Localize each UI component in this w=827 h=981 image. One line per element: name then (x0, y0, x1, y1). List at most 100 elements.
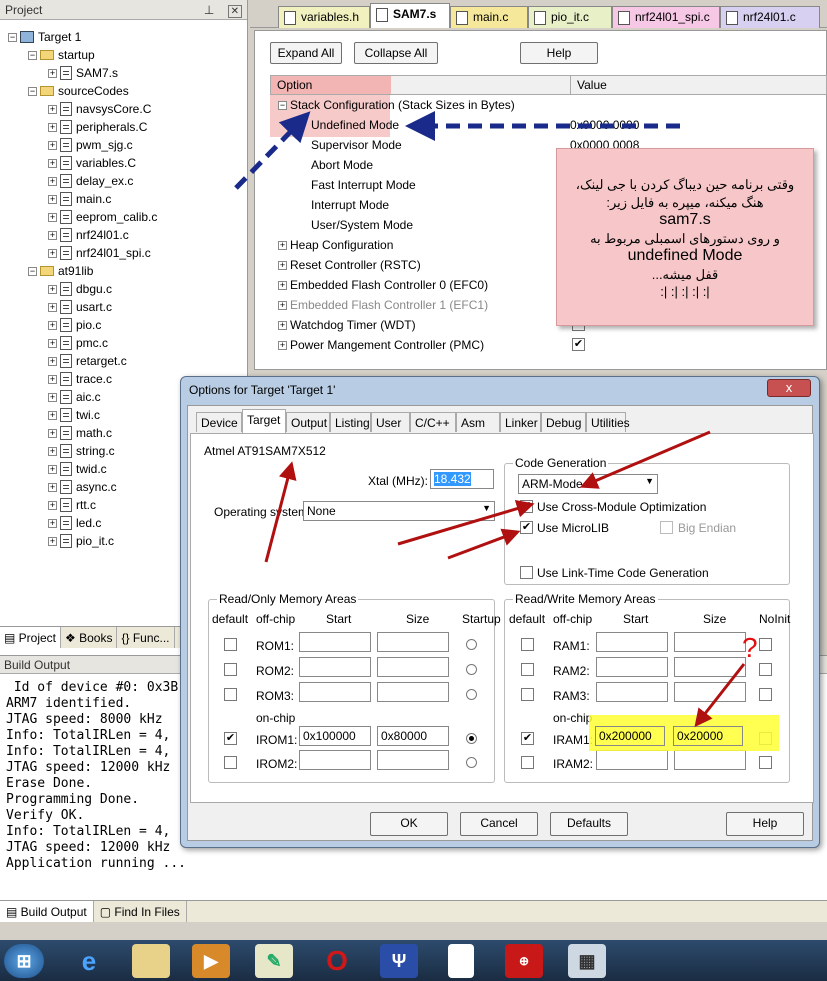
tree-file[interactable]: + trace.c (48, 370, 112, 388)
tree-file[interactable]: + retarget.c (48, 352, 127, 370)
folder-icon[interactable] (132, 944, 170, 978)
document-icon[interactable] (448, 944, 474, 978)
option-checkbox[interactable]: ✔ (572, 338, 585, 351)
option-row[interactable]: + Power Mangement Controller (PMC) (278, 335, 484, 355)
tree-file[interactable]: + led.c (48, 514, 101, 532)
expand-toggle-icon[interactable]: + (48, 122, 57, 132)
start-button[interactable]: ⊞ (4, 944, 44, 978)
startup-radio[interactable] (466, 733, 477, 744)
option-value[interactable]: 0x0000 0000 (570, 118, 639, 132)
tree-file[interactable]: + navsysCore.C (48, 100, 151, 118)
iram1-start-input[interactable]: 0x200000 (595, 726, 665, 746)
tree-file[interactable]: + pio.c (48, 316, 101, 334)
startup-radio[interactable] (466, 639, 477, 650)
memory-default-checkbox[interactable] (224, 756, 237, 769)
dialog-tab[interactable]: Target (242, 409, 286, 433)
memory-start-input[interactable] (299, 632, 371, 652)
tree-file[interactable]: + nrf24l01.c (48, 226, 129, 244)
option-row[interactable]: − Stack Configuration (Stack Sizes in Byt… (278, 95, 515, 115)
memory-start-input[interactable] (596, 657, 668, 677)
tree-root-target[interactable]: − Target 1 (8, 28, 81, 46)
cross-module-checkbox[interactable]: ✔ (520, 500, 533, 513)
tree-file[interactable]: + delay_ex.c (48, 172, 133, 190)
expand-toggle-icon[interactable]: + (48, 194, 57, 204)
expand-toggle-icon[interactable]: + (48, 284, 57, 294)
memory-size-input[interactable] (377, 750, 449, 770)
file-tab[interactable]: main.c (450, 6, 528, 28)
ok-button[interactable]: OK (370, 812, 448, 836)
memory-size-input[interactable] (674, 632, 746, 652)
media-player-icon[interactable]: ▶ (192, 944, 230, 978)
memory-size-input[interactable] (674, 750, 746, 770)
expand-toggle-icon[interactable]: − (28, 266, 37, 276)
code-mode-select[interactable]: ARM-Mode ▼ (518, 474, 658, 494)
tree-file[interactable]: + async.c (48, 478, 117, 496)
memory-size-input[interactable] (674, 682, 746, 702)
calculator-icon[interactable]: ▦ (568, 944, 606, 978)
expand-toggle-icon[interactable]: + (48, 104, 57, 114)
tree-group-sourceCodes[interactable]: − sourceCodes (28, 82, 129, 100)
memory-size-input[interactable] (377, 657, 449, 677)
expand-toggle-icon[interactable]: + (48, 212, 57, 222)
startup-radio[interactable] (466, 757, 477, 768)
expand-toggle-icon[interactable]: − (28, 86, 37, 96)
option-row[interactable]: User/System Mode (311, 215, 413, 235)
dialog-tab[interactable]: User (371, 412, 410, 432)
tree-group-startup[interactable]: − startup (28, 46, 95, 64)
tree-file[interactable]: + math.c (48, 424, 112, 442)
project-close-icon[interactable]: ✕ (227, 5, 242, 18)
big-endian-checkbox[interactable] (660, 521, 673, 534)
expand-toggle-icon[interactable]: + (48, 356, 57, 366)
browser-icon[interactable]: e (70, 944, 108, 978)
dialog-tab[interactable]: Output (286, 412, 330, 432)
memory-default-checkbox[interactable] (521, 756, 534, 769)
noinit-checkbox[interactable] (759, 756, 772, 769)
option-row[interactable]: + Embedded Flash Controller 0 (EFC0) (278, 275, 488, 295)
memory-start-input[interactable] (596, 682, 668, 702)
expand-toggle-icon[interactable]: + (48, 140, 57, 150)
expand-toggle-icon[interactable]: + (278, 261, 287, 271)
memory-start-input[interactable] (299, 682, 371, 702)
memory-size-input[interactable] (674, 657, 746, 677)
option-row[interactable]: Interrupt Mode (311, 195, 389, 215)
collapse-all-button[interactable]: Collapse All (354, 42, 438, 64)
memory-start-input[interactable] (596, 750, 668, 770)
option-row[interactable]: + Embedded Flash Controller 1 (EFC1) (278, 295, 488, 315)
noinit-checkbox[interactable] (759, 663, 772, 676)
dialog-tab[interactable]: Linker (500, 412, 541, 432)
file-tab[interactable]: variables.h (278, 6, 370, 28)
tree-file[interactable]: + eeprom_calib.c (48, 208, 157, 226)
expand-toggle-icon[interactable]: + (48, 428, 57, 438)
os-select[interactable]: None ▼ (303, 501, 495, 521)
tree-file[interactable]: + rtt.c (48, 496, 96, 514)
tree-file[interactable]: + main.c (48, 190, 111, 208)
xtal-input[interactable]: 18.432 (430, 469, 494, 489)
iram1-size-input[interactable]: 0x20000 (673, 726, 743, 746)
file-tab[interactable]: pio_it.c (528, 6, 612, 28)
defaults-button[interactable]: Defaults (550, 812, 628, 836)
expand-toggle-icon[interactable]: − (278, 101, 287, 111)
expand-toggle-icon[interactable]: + (278, 281, 287, 291)
expand-toggle-icon[interactable]: + (278, 321, 287, 331)
expand-toggle-icon[interactable]: + (48, 410, 57, 420)
tree-group-at91lib[interactable]: − at91lib (28, 262, 93, 280)
option-row[interactable]: Abort Mode (311, 155, 373, 175)
expand-toggle-icon[interactable]: − (8, 32, 17, 42)
tree-file[interactable]: + pwm_sjg.c (48, 136, 133, 154)
startup-radio[interactable] (466, 664, 477, 675)
help-button[interactable]: Help (520, 42, 598, 64)
memory-default-checkbox[interactable] (224, 688, 237, 701)
expand-toggle-icon[interactable]: + (48, 230, 57, 240)
cancel-button[interactable]: Cancel (460, 812, 538, 836)
memory-default-checkbox[interactable] (521, 688, 534, 701)
startup-radio[interactable] (466, 689, 477, 700)
expand-toggle-icon[interactable]: + (48, 158, 57, 168)
tree-file[interactable]: + twid.c (48, 460, 107, 478)
memory-default-checkbox[interactable] (521, 638, 534, 651)
expand-toggle-icon[interactable]: + (48, 374, 57, 384)
expand-toggle-icon[interactable]: + (48, 464, 57, 474)
tab-books[interactable]: ❖ Books (61, 627, 118, 648)
expand-toggle-icon[interactable]: + (48, 518, 57, 528)
pin-icon[interactable]: ⊥ (204, 3, 214, 17)
expand-toggle-icon[interactable]: + (48, 338, 57, 348)
